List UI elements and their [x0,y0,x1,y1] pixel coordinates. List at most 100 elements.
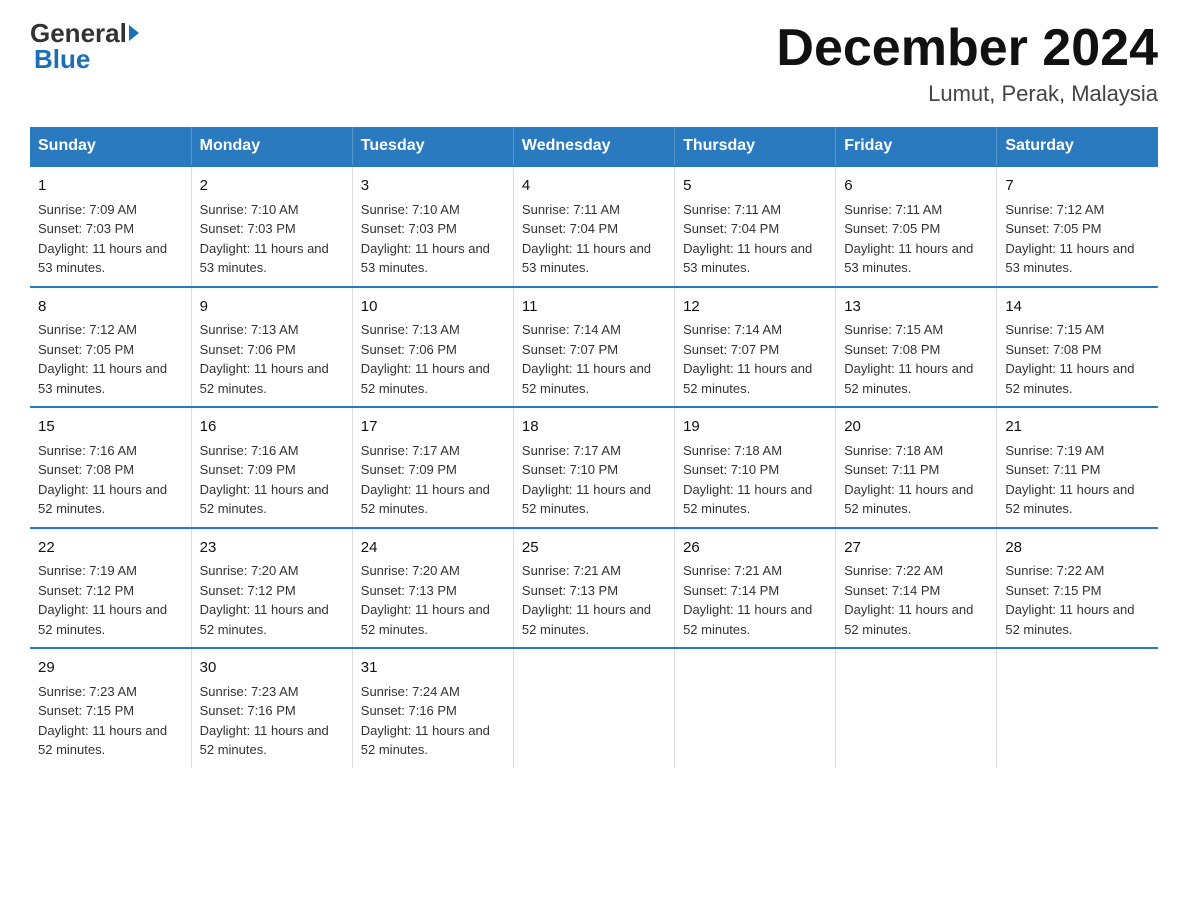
header-saturday: Saturday [997,127,1158,166]
calendar-cell: 6 Sunrise: 7:11 AMSunset: 7:05 PMDayligh… [836,166,997,287]
calendar-cell: 13 Sunrise: 7:15 AMSunset: 7:08 PMDaylig… [836,287,997,408]
header-sunday: Sunday [30,127,191,166]
day-info: Sunrise: 7:19 AMSunset: 7:11 PMDaylight:… [1005,443,1134,517]
day-info: Sunrise: 7:22 AMSunset: 7:15 PMDaylight:… [1005,563,1134,637]
day-info: Sunrise: 7:20 AMSunset: 7:13 PMDaylight:… [361,563,490,637]
calendar-cell: 25 Sunrise: 7:21 AMSunset: 7:13 PMDaylig… [513,528,674,649]
calendar-cell: 29 Sunrise: 7:23 AMSunset: 7:15 PMDaylig… [30,648,191,768]
day-info: Sunrise: 7:14 AMSunset: 7:07 PMDaylight:… [522,322,651,396]
header-wednesday: Wednesday [513,127,674,166]
day-number: 6 [844,175,988,198]
logo-blue-text: Blue [34,44,90,75]
day-info: Sunrise: 7:16 AMSunset: 7:09 PMDaylight:… [200,443,329,517]
day-info: Sunrise: 7:23 AMSunset: 7:15 PMDaylight:… [38,684,167,758]
calendar-week-row: 29 Sunrise: 7:23 AMSunset: 7:15 PMDaylig… [30,648,1158,768]
day-number: 18 [522,416,666,439]
day-info: Sunrise: 7:14 AMSunset: 7:07 PMDaylight:… [683,322,812,396]
logo: General Blue [30,20,139,75]
day-info: Sunrise: 7:18 AMSunset: 7:11 PMDaylight:… [844,443,973,517]
day-info: Sunrise: 7:11 AMSunset: 7:04 PMDaylight:… [683,202,812,276]
day-number: 30 [200,657,344,680]
logo-arrow-icon [129,25,139,41]
day-number: 3 [361,175,505,198]
day-info: Sunrise: 7:12 AMSunset: 7:05 PMDaylight:… [38,322,167,396]
calendar-cell: 3 Sunrise: 7:10 AMSunset: 7:03 PMDayligh… [352,166,513,287]
day-number: 29 [38,657,183,680]
calendar-cell: 16 Sunrise: 7:16 AMSunset: 7:09 PMDaylig… [191,407,352,528]
day-info: Sunrise: 7:20 AMSunset: 7:12 PMDaylight:… [200,563,329,637]
day-info: Sunrise: 7:10 AMSunset: 7:03 PMDaylight:… [200,202,329,276]
day-info: Sunrise: 7:13 AMSunset: 7:06 PMDaylight:… [361,322,490,396]
title-block: December 2024 Lumut, Perak, Malaysia [776,20,1158,107]
day-info: Sunrise: 7:17 AMSunset: 7:10 PMDaylight:… [522,443,651,517]
day-number: 31 [361,657,505,680]
day-info: Sunrise: 7:21 AMSunset: 7:13 PMDaylight:… [522,563,651,637]
day-number: 10 [361,296,505,319]
calendar-cell: 28 Sunrise: 7:22 AMSunset: 7:15 PMDaylig… [997,528,1158,649]
day-info: Sunrise: 7:24 AMSunset: 7:16 PMDaylight:… [361,684,490,758]
calendar-cell: 17 Sunrise: 7:17 AMSunset: 7:09 PMDaylig… [352,407,513,528]
day-number: 9 [200,296,344,319]
day-info: Sunrise: 7:19 AMSunset: 7:12 PMDaylight:… [38,563,167,637]
calendar-cell: 10 Sunrise: 7:13 AMSunset: 7:06 PMDaylig… [352,287,513,408]
day-info: Sunrise: 7:17 AMSunset: 7:09 PMDaylight:… [361,443,490,517]
day-info: Sunrise: 7:15 AMSunset: 7:08 PMDaylight:… [844,322,973,396]
calendar-cell: 18 Sunrise: 7:17 AMSunset: 7:10 PMDaylig… [513,407,674,528]
day-number: 20 [844,416,988,439]
calendar-cell: 7 Sunrise: 7:12 AMSunset: 7:05 PMDayligh… [997,166,1158,287]
calendar-cell: 11 Sunrise: 7:14 AMSunset: 7:07 PMDaylig… [513,287,674,408]
calendar-cell [997,648,1158,768]
day-number: 15 [38,416,183,439]
day-number: 25 [522,537,666,560]
logo-general-text: General [30,20,127,46]
calendar-cell: 23 Sunrise: 7:20 AMSunset: 7:12 PMDaylig… [191,528,352,649]
day-info: Sunrise: 7:13 AMSunset: 7:06 PMDaylight:… [200,322,329,396]
day-number: 22 [38,537,183,560]
day-info: Sunrise: 7:18 AMSunset: 7:10 PMDaylight:… [683,443,812,517]
calendar-cell: 14 Sunrise: 7:15 AMSunset: 7:08 PMDaylig… [997,287,1158,408]
calendar-cell: 24 Sunrise: 7:20 AMSunset: 7:13 PMDaylig… [352,528,513,649]
header-tuesday: Tuesday [352,127,513,166]
day-number: 24 [361,537,505,560]
day-info: Sunrise: 7:09 AMSunset: 7:03 PMDaylight:… [38,202,167,276]
calendar-week-row: 1 Sunrise: 7:09 AMSunset: 7:03 PMDayligh… [30,166,1158,287]
calendar-cell: 5 Sunrise: 7:11 AMSunset: 7:04 PMDayligh… [675,166,836,287]
day-number: 5 [683,175,827,198]
day-info: Sunrise: 7:21 AMSunset: 7:14 PMDaylight:… [683,563,812,637]
calendar-cell: 9 Sunrise: 7:13 AMSunset: 7:06 PMDayligh… [191,287,352,408]
day-number: 14 [1005,296,1150,319]
day-number: 12 [683,296,827,319]
calendar-cell: 2 Sunrise: 7:10 AMSunset: 7:03 PMDayligh… [191,166,352,287]
logo-blue-part [127,25,139,41]
calendar-cell: 4 Sunrise: 7:11 AMSunset: 7:04 PMDayligh… [513,166,674,287]
day-info: Sunrise: 7:22 AMSunset: 7:14 PMDaylight:… [844,563,973,637]
calendar-cell: 15 Sunrise: 7:16 AMSunset: 7:08 PMDaylig… [30,407,191,528]
day-info: Sunrise: 7:12 AMSunset: 7:05 PMDaylight:… [1005,202,1134,276]
day-number: 21 [1005,416,1150,439]
page-header: General Blue December 2024 Lumut, Perak,… [30,20,1158,107]
calendar-week-row: 22 Sunrise: 7:19 AMSunset: 7:12 PMDaylig… [30,528,1158,649]
calendar-cell: 20 Sunrise: 7:18 AMSunset: 7:11 PMDaylig… [836,407,997,528]
day-number: 28 [1005,537,1150,560]
header-thursday: Thursday [675,127,836,166]
day-info: Sunrise: 7:23 AMSunset: 7:16 PMDaylight:… [200,684,329,758]
header-monday: Monday [191,127,352,166]
day-number: 13 [844,296,988,319]
calendar-table: SundayMondayTuesdayWednesdayThursdayFrid… [30,127,1158,768]
day-number: 4 [522,175,666,198]
sub-title: Lumut, Perak, Malaysia [776,81,1158,107]
day-info: Sunrise: 7:11 AMSunset: 7:04 PMDaylight:… [522,202,651,276]
calendar-cell: 12 Sunrise: 7:14 AMSunset: 7:07 PMDaylig… [675,287,836,408]
day-number: 23 [200,537,344,560]
calendar-cell: 21 Sunrise: 7:19 AMSunset: 7:11 PMDaylig… [997,407,1158,528]
calendar-cell: 26 Sunrise: 7:21 AMSunset: 7:14 PMDaylig… [675,528,836,649]
calendar-cell [675,648,836,768]
calendar-cell: 8 Sunrise: 7:12 AMSunset: 7:05 PMDayligh… [30,287,191,408]
calendar-header-row: SundayMondayTuesdayWednesdayThursdayFrid… [30,127,1158,166]
calendar-cell: 19 Sunrise: 7:18 AMSunset: 7:10 PMDaylig… [675,407,836,528]
day-number: 16 [200,416,344,439]
day-number: 17 [361,416,505,439]
calendar-cell: 31 Sunrise: 7:24 AMSunset: 7:16 PMDaylig… [352,648,513,768]
day-number: 1 [38,175,183,198]
day-number: 11 [522,296,666,319]
